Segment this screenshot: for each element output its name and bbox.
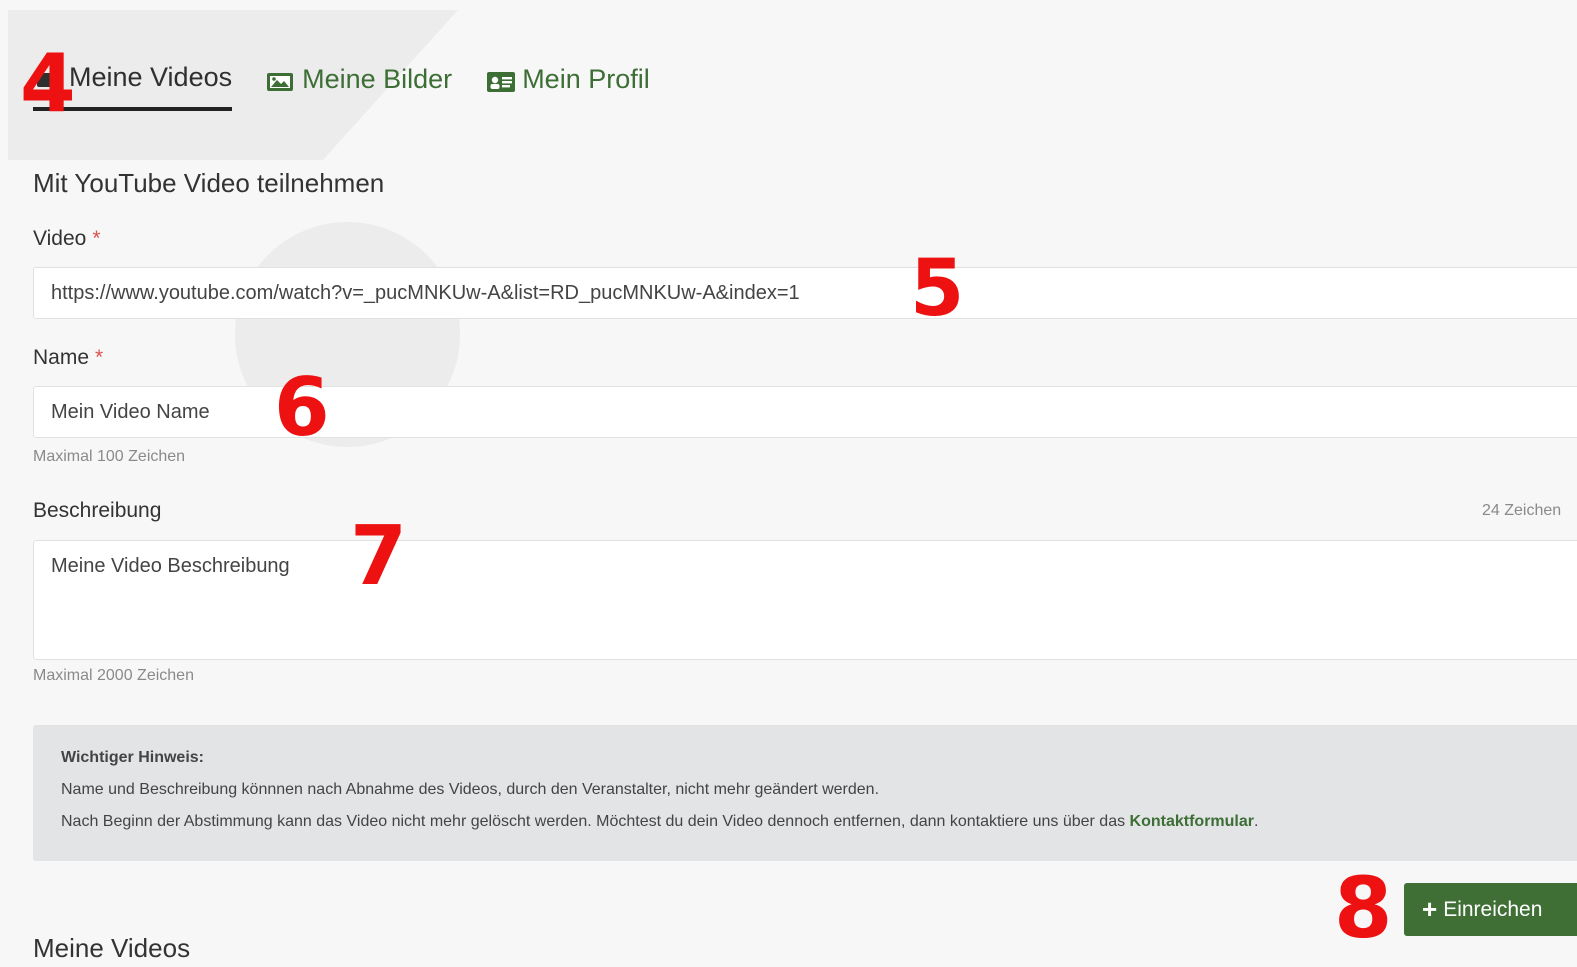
annotation-marker-5: 5 bbox=[910, 244, 965, 334]
description-label: Beschreibung bbox=[33, 499, 162, 522]
plus-icon: + bbox=[1422, 894, 1438, 924]
profile-card-icon bbox=[486, 69, 516, 92]
required-mark: * bbox=[92, 227, 101, 250]
description-hint: Maximal 2000 Zeichen bbox=[33, 667, 194, 684]
contact-form-link[interactable]: Kontaktformular bbox=[1130, 813, 1254, 830]
description-textarea[interactable]: Meine Video Beschreibung bbox=[33, 540, 1577, 660]
submit-label: Einreichen bbox=[1443, 897, 1543, 921]
submit-button[interactable]: + Einreichen bbox=[1404, 883, 1577, 936]
important-notice: Wichtiger Hinweis: Name und Beschreibung… bbox=[33, 725, 1577, 861]
name-hint: Maximal 100 Zeichen bbox=[33, 448, 186, 465]
notice-line-2-text: Nach Beginn der Abstimmung kann das Vide… bbox=[61, 813, 1126, 830]
character-counter: 24 Zeichen bbox=[1482, 502, 1562, 519]
notice-line-2-end: . bbox=[1254, 813, 1259, 830]
my-videos-heading: Meine Videos bbox=[33, 933, 191, 963]
video-url-input[interactable]: https://www.youtube.com/watch?v=_pucMNKU… bbox=[33, 267, 1577, 319]
required-mark: * bbox=[95, 346, 104, 369]
tab-label: Meine Bilder bbox=[302, 64, 453, 94]
notice-title: Wichtiger Hinweis: bbox=[61, 749, 204, 766]
tab-meine-bilder[interactable]: Meine Bilder bbox=[266, 58, 452, 109]
video-label-text: Video bbox=[33, 227, 87, 250]
name-label-text: Name bbox=[33, 346, 90, 369]
tab-bar: Meine Videos Meine Bilder Mein Profil bbox=[33, 56, 684, 111]
tab-mein-profil[interactable]: Mein Profil bbox=[486, 58, 650, 109]
name-label: Name * bbox=[33, 346, 103, 370]
tab-label: Meine Videos bbox=[69, 62, 233, 92]
annotation-marker-4: 4 bbox=[20, 37, 76, 130]
notice-line-2: Nach Beginn der Abstimmung kann das Vide… bbox=[61, 813, 1565, 831]
image-icon bbox=[266, 69, 294, 91]
video-name-input[interactable]: Mein Video Name bbox=[33, 386, 1577, 438]
form-section-title: Mit YouTube Video teilnehmen bbox=[33, 168, 385, 198]
annotation-marker-7: 7 bbox=[350, 509, 408, 604]
tab-label: Mein Profil bbox=[522, 64, 650, 94]
annotation-marker-8: 8 bbox=[1334, 859, 1393, 957]
annotation-marker-6: 6 bbox=[274, 361, 330, 454]
video-label: Video * bbox=[33, 227, 101, 251]
notice-line-1: Name und Beschreibung könnnen nach Abnah… bbox=[61, 781, 880, 798]
